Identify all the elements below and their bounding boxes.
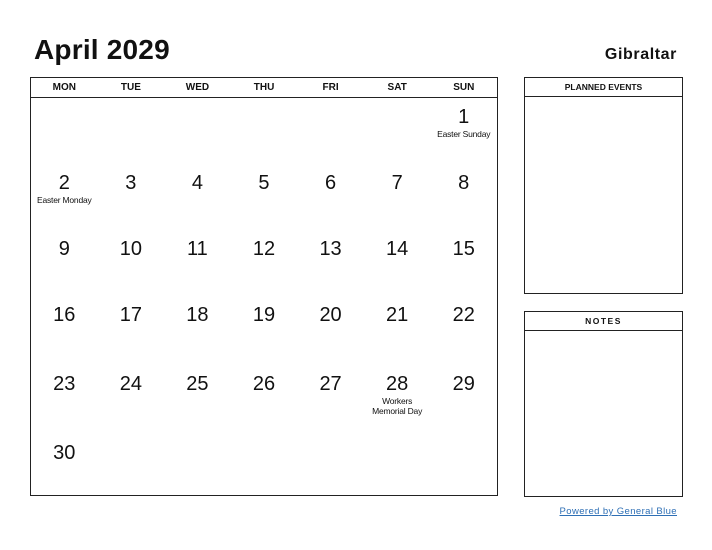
holiday-label: Easter Monday — [36, 195, 92, 205]
weekday-sun: SUN — [453, 82, 475, 93]
notes-panel: NOTES — [524, 311, 683, 497]
day-number: 23 — [53, 373, 76, 395]
day-cell[interactable]: 11 — [164, 230, 231, 296]
day-number: 15 — [452, 238, 475, 260]
day-cell — [231, 98, 298, 164]
day-number: 17 — [119, 304, 142, 326]
notes-heading: NOTES — [525, 312, 682, 331]
day-number: 12 — [252, 238, 276, 260]
day-number: 16 — [53, 304, 76, 326]
day-number: 2 — [58, 172, 70, 194]
day-number: 11 — [187, 238, 208, 260]
day-cell — [164, 434, 231, 496]
day-cell[interactable]: 19 — [231, 296, 298, 365]
day-cell[interactable]: 18 — [164, 296, 231, 365]
day-number: 6 — [325, 172, 337, 194]
day-cell — [297, 98, 364, 164]
day-cell[interactable]: 6 — [297, 164, 364, 230]
day-cell[interactable]: 20 — [297, 296, 364, 365]
day-cell[interactable]: 8 — [430, 164, 497, 230]
day-cell — [364, 434, 431, 496]
day-cell[interactable]: 13 — [297, 230, 364, 296]
weekday-header: MON TUE WED THU FRI SAT SUN — [31, 78, 497, 98]
day-number: 9 — [58, 238, 70, 260]
day-number: 3 — [125, 172, 137, 194]
day-number: 20 — [319, 304, 342, 326]
day-cell[interactable]: 22 — [430, 296, 497, 365]
day-number: 5 — [258, 172, 270, 194]
day-number: 1 — [458, 106, 470, 128]
day-cell — [430, 434, 497, 496]
day-number: 27 — [319, 373, 342, 395]
weekday-fri: FRI — [322, 82, 339, 93]
day-cell[interactable]: 3 — [98, 164, 165, 230]
powered-by-link[interactable]: Powered by General Blue — [560, 506, 677, 517]
day-cell[interactable]: 29 — [430, 365, 497, 434]
day-cell — [98, 98, 165, 164]
planned-events-panel: PLANNED EVENTS — [524, 77, 683, 294]
day-number: 8 — [458, 172, 470, 194]
day-cell[interactable]: 24 — [98, 365, 165, 434]
day-number: 4 — [191, 172, 203, 194]
day-cell[interactable]: 7 — [364, 164, 431, 230]
day-number: 22 — [452, 304, 475, 326]
day-cell[interactable]: 1 Easter Sunday — [430, 98, 497, 164]
day-cell[interactable]: 23 — [31, 365, 98, 434]
day-cell[interactable]: 14 — [364, 230, 431, 296]
day-number: 26 — [252, 373, 276, 395]
day-number: 19 — [252, 304, 276, 326]
day-cell[interactable]: 12 — [231, 230, 298, 296]
day-cell — [98, 434, 165, 496]
day-cell[interactable]: 2 Easter Monday — [31, 164, 98, 230]
calendar-grid: MON TUE WED THU FRI SAT SUN 1 Easter Sund… — [30, 77, 498, 496]
day-cell[interactable]: 9 — [31, 230, 98, 296]
day-cell[interactable]: 27 — [297, 365, 364, 434]
page-title: April 2029 — [34, 34, 170, 65]
day-number: 7 — [391, 172, 403, 194]
day-number: 10 — [119, 238, 142, 260]
day-cell — [364, 98, 431, 164]
day-cell — [164, 98, 231, 164]
day-cell[interactable]: 21 — [364, 296, 431, 365]
day-cell[interactable]: 30 — [31, 434, 98, 496]
day-cell[interactable]: 25 — [164, 365, 231, 434]
day-number: 28 — [386, 373, 409, 395]
holiday-label: Workers Memorial Day — [372, 396, 423, 416]
day-number: 14 — [386, 238, 409, 260]
day-grid: 1 Easter Sunday 2 Easter Monday 3 4 5 6 7 8 9 10 11 1… — [31, 98, 497, 496]
day-number: 25 — [186, 373, 209, 395]
day-cell[interactable]: 28 Workers Memorial Day — [364, 365, 431, 434]
country-label: Gibraltar — [604, 46, 677, 63]
planned-events-heading: PLANNED EVENTS — [525, 78, 682, 97]
weekday-sat: SAT — [387, 82, 407, 93]
weekday-thu: THU — [253, 82, 275, 93]
day-cell[interactable]: 10 — [98, 230, 165, 296]
day-cell — [31, 98, 98, 164]
day-cell[interactable]: 5 — [231, 164, 298, 230]
day-cell[interactable]: 26 — [231, 365, 298, 434]
day-cell — [297, 434, 364, 496]
day-number: 13 — [319, 238, 342, 260]
day-number: 29 — [452, 373, 475, 395]
weekday-mon: MON — [52, 82, 76, 93]
weekday-tue: TUE — [120, 82, 141, 93]
day-cell[interactable]: 16 — [31, 296, 98, 365]
day-number: 24 — [119, 373, 142, 395]
day-cell — [231, 434, 298, 496]
holiday-label: Easter Sunday — [437, 129, 491, 139]
day-cell[interactable]: 4 — [164, 164, 231, 230]
day-cell[interactable]: 15 — [430, 230, 497, 296]
weekday-wed: WED — [185, 82, 210, 93]
day-number: 30 — [53, 442, 76, 464]
day-number: 21 — [386, 304, 409, 326]
day-number: 18 — [186, 304, 209, 326]
day-cell[interactable]: 17 — [98, 296, 165, 365]
